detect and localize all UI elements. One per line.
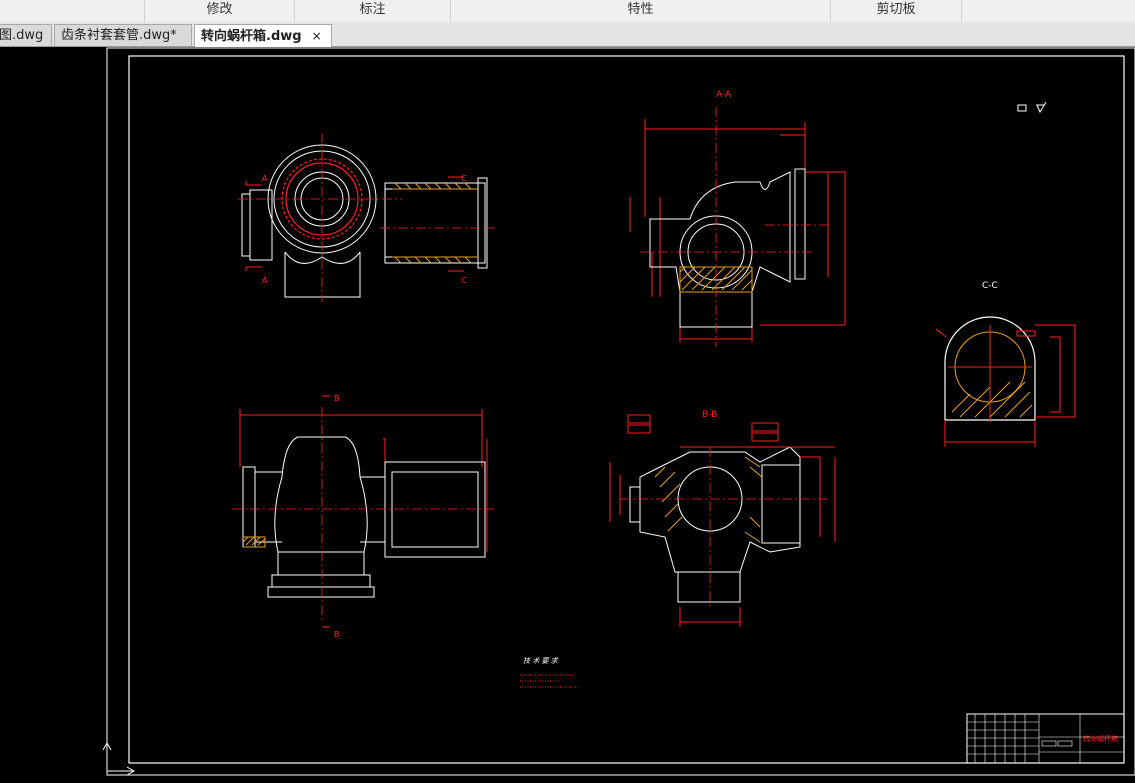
title-block: 转向蜗杆箱: [966, 713, 1125, 764]
ribbon-group-annotate[interactable]: 标注: [295, 0, 451, 22]
file-tab-active[interactable]: 转向蜗杆箱.dwg ×: [194, 24, 332, 47]
tech-req-title: 技 术 要 求: [523, 657, 559, 665]
file-tab-bar: 图.dwg 齿条衬套套管.dwg* 转向蜗杆箱.dwg ×: [0, 22, 1135, 47]
close-icon[interactable]: ×: [312, 29, 322, 43]
section-label-b-top: B: [334, 394, 340, 403]
file-tab-label: 图.dwg: [0, 28, 44, 43]
view-front-top-left: A A C C: [238, 133, 495, 302]
section-label-a-bottom: A: [262, 276, 268, 285]
section-title-bb: B-B: [702, 410, 717, 420]
drawing-frame: [128, 55, 1125, 764]
section-label-b-bottom: B: [334, 630, 340, 639]
ribbon-group-properties[interactable]: 特性: [451, 0, 831, 22]
title-block-name: 转向蜗杆箱: [1083, 734, 1118, 743]
roughness-symbol: [1017, 101, 1047, 114]
ribbon-group-modify[interactable]: 修改: [145, 0, 295, 22]
file-tab-1[interactable]: 图.dwg: [0, 24, 52, 46]
drawing-canvas[interactable]: A A C C A-A C-C B B B-B 技 术 要 求 转向蜗杆箱: [0, 47, 1135, 783]
view-section-aa: A-A: [629, 90, 846, 347]
section-label-a-top: A: [262, 174, 268, 183]
file-tab-label: 齿条衬套套管.dwg*: [61, 28, 177, 43]
section-title-cc: C-C: [982, 281, 998, 291]
ribbon-group-bar: 修改 标注 特性 剪切板: [0, 0, 1135, 23]
view-section-bb-left: B B: [232, 394, 495, 639]
section-title-aa: A-A: [716, 90, 732, 100]
file-tab-2[interactable]: 齿条衬套套管.dwg*: [54, 24, 192, 46]
drawing-svg: A A C C A-A C-C B B B-B 技 术 要 求 转向蜗杆箱: [102, 47, 1135, 776]
ribbon-group-clipboard[interactable]: 剪切板: [831, 0, 962, 22]
technical-requirements-note: 技 术 要 求: [520, 657, 578, 688]
file-tab-label: 转向蜗杆箱.dwg: [201, 29, 302, 44]
view-section-bb-right: B-B: [609, 410, 836, 627]
ribbon-group-blank-right: [962, 0, 1135, 22]
view-section-cc: C-C: [935, 281, 1076, 447]
section-label-c-bottom: C: [461, 276, 467, 285]
section-label-c-top: C: [461, 174, 467, 183]
ribbon-group-blank-left: [0, 0, 145, 22]
